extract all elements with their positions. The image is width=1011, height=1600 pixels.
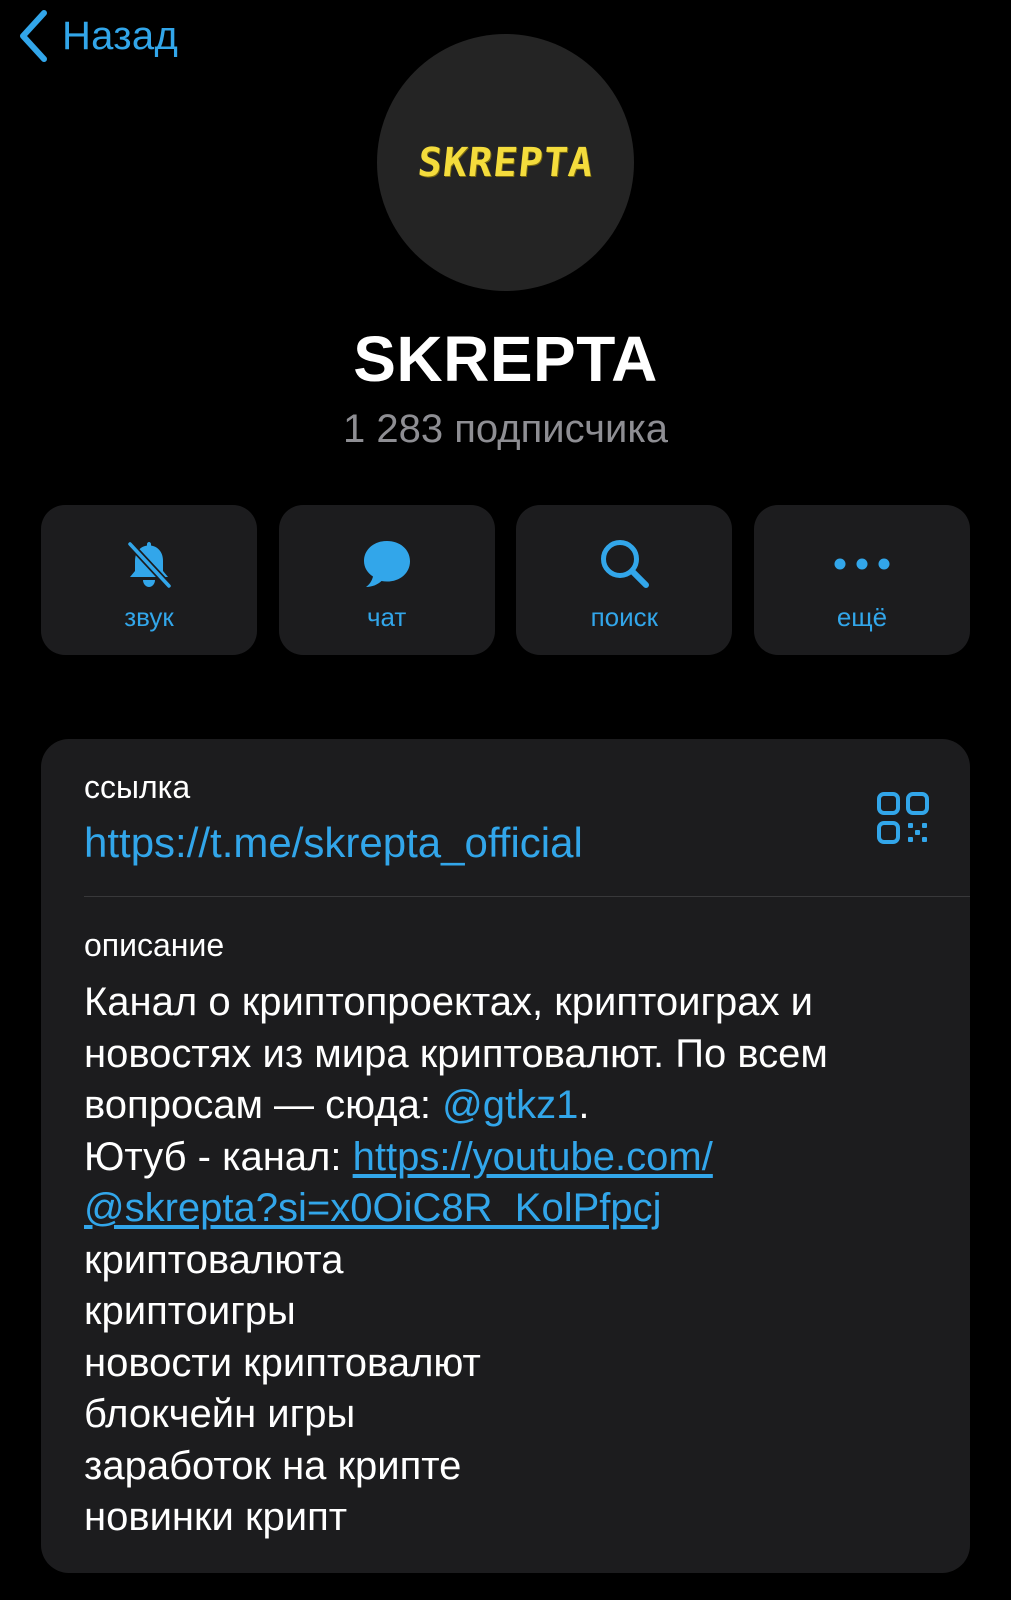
description-text: вопросам — сюда: [84, 1083, 443, 1127]
youtube-link[interactable]: https://youtube.com/ [353, 1135, 713, 1179]
search-icon [594, 534, 654, 594]
tag-line: блокчейн игры [84, 1392, 356, 1436]
avatar-logo: SKREPTA [415, 139, 596, 186]
bell-slash-icon [119, 534, 179, 594]
youtube-link-continued[interactable]: @skrepta?si=x0OiC8R_KolPfpcj [84, 1186, 662, 1230]
back-label: Назад [62, 13, 179, 58]
back-button[interactable]: Назад [18, 8, 178, 64]
more-dots-icon [832, 534, 892, 594]
channel-name: SKREPTA [353, 323, 658, 395]
description-text: . [578, 1083, 590, 1127]
qr-code-icon[interactable] [876, 791, 930, 845]
tag-line: новости криптовалют [84, 1340, 481, 1385]
tag-line: криптовалюта [84, 1237, 344, 1282]
tag-line: заработок на крипте [84, 1443, 462, 1488]
chevron-left-icon [18, 10, 48, 62]
divider [84, 896, 970, 897]
contact-mention-link[interactable]: @gtkz1 [442, 1083, 578, 1127]
chat-bubble-icon [357, 534, 417, 594]
chat-button[interactable]: чат [278, 505, 495, 655]
link-section-label: ссылка [84, 769, 191, 805]
search-button[interactable]: поиск [516, 505, 733, 655]
channel-avatar[interactable]: SKREPTA [377, 34, 634, 291]
description-section-label: описание [84, 927, 225, 963]
chat-label: чат [366, 602, 407, 632]
description-line: @skrepta?si=x0OiC8R_KolPfpcj [84, 1183, 944, 1235]
tag-line: криптоигры [84, 1289, 296, 1333]
more-label: ещё [836, 602, 888, 632]
more-button[interactable]: ещё [753, 505, 970, 655]
mute-button[interactable]: звук [41, 505, 257, 655]
action-bar: звук чат поиск ещё [41, 505, 970, 655]
description-line: вопросам — сюда: @gtkz1. [84, 1080, 944, 1132]
mute-label: звук [124, 602, 174, 632]
info-card: ссылка https://t.me/skrepta_official опи… [41, 739, 970, 1573]
channel-description: Канал о криптопроектах, криптоиграх и но… [84, 977, 944, 1544]
description-text: Ютуб - канал: [84, 1134, 353, 1179]
description-line: новостях из мира криптовалют. По всем [84, 1031, 828, 1076]
channel-link[interactable]: https://t.me/skrepta_official [84, 819, 583, 867]
description-line: Канал о криптопроектах, криптоиграх и [84, 980, 814, 1024]
tag-line: новинки крипт [84, 1495, 348, 1539]
subscriber-count: 1 283 подписчика [343, 407, 668, 451]
search-label: поиск [590, 602, 659, 632]
description-line: Ютуб - канал: https://youtube.com/ [84, 1132, 944, 1184]
